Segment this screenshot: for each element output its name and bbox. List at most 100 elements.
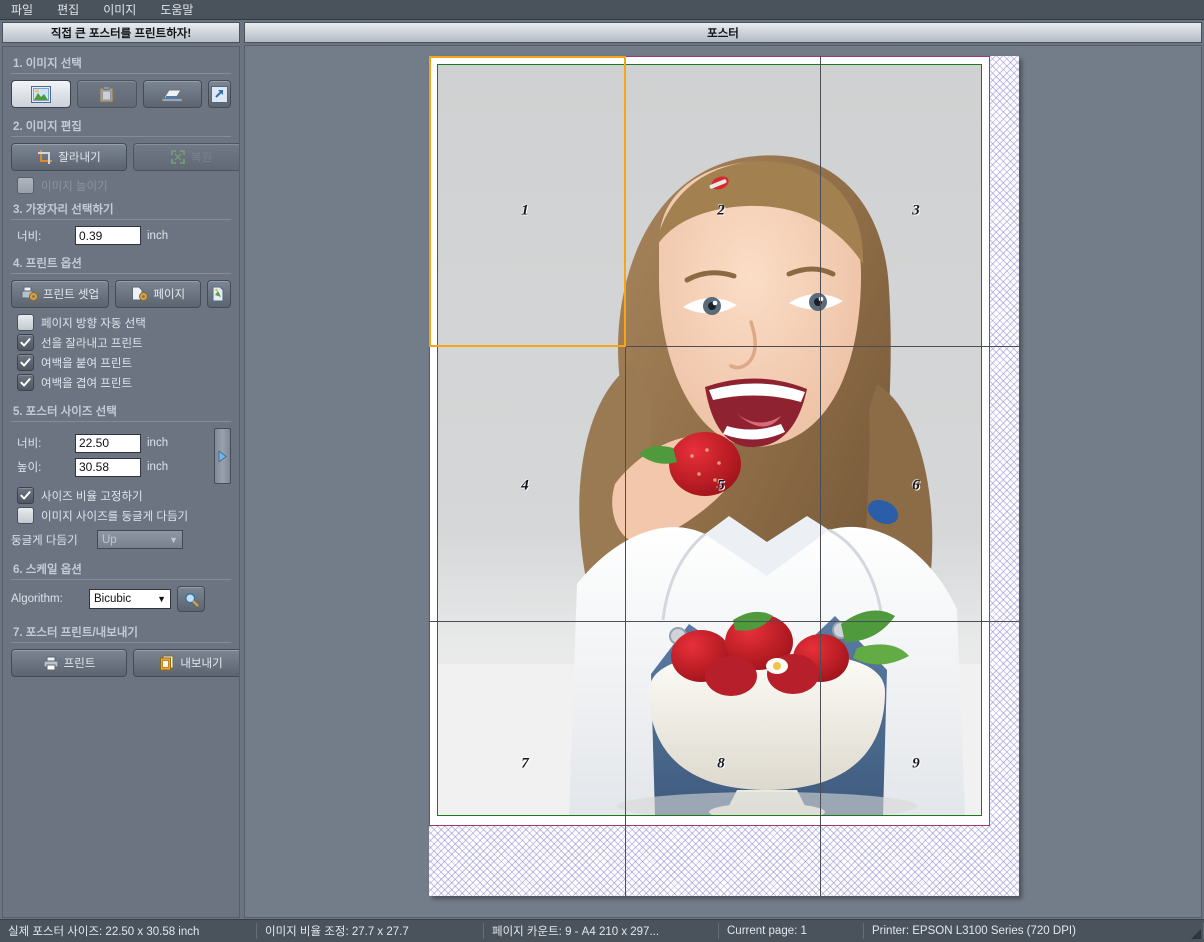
image-source-buttons: [11, 80, 231, 108]
page-preview-button[interactable]: [207, 280, 231, 308]
stretch-image-row[interactable]: 이미지 늘이기: [17, 177, 231, 194]
section-header-select-image: 1. 이미지 선택: [11, 51, 231, 74]
page-setup-label: 페이지: [153, 286, 185, 302]
status-printer: Printer: EPSON L3100 Series (720 DPI): [864, 923, 1204, 939]
zoom-preview-button[interactable]: [177, 586, 205, 612]
check-icon: [20, 357, 31, 368]
poster-width-row: 너비: inch: [17, 434, 208, 453]
left-panel: 직접 큰 포스터를 프린트하자! 1. 이미지 선택: [0, 20, 242, 920]
poster-tab-title: 포스터: [244, 22, 1202, 43]
menu-bar: 파일 편집 이미지 도움말: [0, 0, 1204, 20]
poster-canvas[interactable]: 1 2 3 4 5 6 7 8 9: [244, 45, 1202, 918]
page-settings-icon: [131, 286, 148, 302]
chevron-down-icon: ▼: [169, 535, 178, 545]
option-crop-lines-checkbox[interactable]: [17, 334, 34, 351]
poster-height-unit: inch: [147, 461, 168, 473]
border-width-unit: inch: [147, 230, 168, 242]
border-width-row: 너비: inch: [17, 226, 231, 245]
option-margin-overlap-label: 여백을 겹여 프린트: [41, 375, 132, 391]
algorithm-label: Algorithm:: [11, 593, 83, 605]
algorithm-value: Bicubic: [94, 593, 131, 605]
round-mode-select[interactable]: Up ▼: [97, 530, 183, 549]
export-button[interactable]: 내보내기: [133, 649, 240, 677]
options-panel: 1. 이미지 선택: [2, 46, 240, 918]
triangle-right-icon: [218, 451, 227, 462]
crop-button[interactable]: 잘라내기: [11, 143, 127, 171]
check-icon: [20, 377, 31, 388]
menu-item-edit[interactable]: 편집: [54, 0, 82, 19]
poster-width-unit: inch: [147, 437, 168, 449]
algorithm-select[interactable]: Bicubic ▼: [89, 589, 171, 609]
poster-height-label: 높이:: [17, 459, 69, 475]
status-page-count: 페이지 카운트: 9 - A4 210 x 297...: [484, 923, 719, 939]
poster-width-input[interactable]: [75, 434, 141, 453]
page-preview-icon: [211, 286, 228, 302]
section-header-border: 3. 가장자리 선택하기: [11, 197, 231, 220]
option-crop-lines-row[interactable]: 선을 잘라내고 프린트: [17, 334, 231, 351]
lock-ratio-row[interactable]: 사이즈 비율 고정하기: [17, 487, 231, 504]
poster-sheet[interactable]: 1 2 3 4 5 6 7 8 9: [429, 56, 1019, 896]
round-size-checkbox[interactable]: [17, 507, 34, 524]
open-image-button[interactable]: [11, 80, 71, 108]
option-margin-overlap-checkbox[interactable]: [17, 374, 34, 391]
section-header-scale-options: 6. 스케일 옵션: [11, 557, 231, 580]
round-mode-row: 둥글게 다듬기 Up ▼: [11, 530, 231, 549]
option-margin-glue-label: 여백을 붙여 프린트: [41, 355, 132, 371]
app-window: 파일 편집 이미지 도움말 직접 큰 포스터를 프린트하자! 1. 이미지 선택: [0, 0, 1204, 942]
export-label: 내보내기: [180, 655, 222, 671]
section-header-print-options: 4. 프린트 옵션: [11, 251, 231, 274]
lock-ratio-checkbox[interactable]: [17, 487, 34, 504]
poster-size-fields: 너비: inch 높이: inch: [11, 428, 231, 484]
clipboard-icon: [99, 86, 114, 103]
panel-title: 직접 큰 포스터를 프린트하자!: [2, 22, 240, 43]
status-bar: 실제 포스터 사이즈: 22.50 x 30.58 inch 이미지 비율 조정…: [0, 919, 1204, 942]
stretch-image-checkbox[interactable]: [17, 177, 34, 194]
poster-height-input[interactable]: [75, 458, 141, 477]
print-button[interactable]: 프린트: [11, 649, 127, 677]
crop-label: 잘라내기: [58, 149, 100, 165]
magnifier-icon: [184, 592, 199, 607]
print-label: 프린트: [64, 655, 96, 671]
section-header-edit-image: 2. 이미지 편집: [11, 114, 231, 137]
option-margin-overlap-row[interactable]: 여백을 겹여 프린트: [17, 374, 231, 391]
external-editor-button[interactable]: [208, 80, 231, 108]
option-margin-glue-checkbox[interactable]: [17, 354, 34, 371]
printer-settings-icon: [21, 286, 38, 302]
export-file-icon: [159, 655, 175, 671]
algorithm-row: Algorithm: Bicubic ▼: [11, 586, 231, 612]
scan-image-button[interactable]: [143, 80, 203, 108]
poster-width-label: 너비:: [17, 435, 69, 451]
photo-image: [437, 64, 982, 816]
border-width-input[interactable]: [75, 226, 141, 245]
stretch-image-label: 이미지 늘이기: [41, 178, 108, 194]
round-size-label: 이미지 사이즈를 둥글게 다듬기: [41, 508, 188, 524]
round-size-row[interactable]: 이미지 사이즈를 둥글게 다듬기: [17, 507, 231, 524]
print-export-buttons: 프린트 내보내기: [11, 649, 231, 677]
menu-item-help[interactable]: 도움말: [157, 0, 196, 19]
menu-item-image[interactable]: 이미지: [100, 0, 139, 19]
status-poster-size: 실제 포스터 사이즈: 22.50 x 30.58 inch: [0, 923, 257, 939]
restore-icon: [170, 149, 186, 165]
restore-label: 복원: [191, 149, 212, 165]
poster-photo: [437, 64, 982, 816]
print-setup-button[interactable]: 프린트 셋업: [11, 280, 109, 308]
external-link-icon: [211, 86, 228, 103]
option-auto-orientation-row[interactable]: 페이지 방향 자동 선택: [17, 314, 231, 331]
restore-button[interactable]: 복원: [133, 143, 240, 171]
status-current-page: Current page: 1: [719, 923, 864, 939]
print-option-buttons: 프린트 셋업 페이지: [11, 280, 231, 308]
paste-image-button[interactable]: [77, 80, 137, 108]
resize-grip-icon[interactable]: [1190, 928, 1202, 940]
round-mode-value: Up: [102, 534, 117, 546]
main-body: 직접 큰 포스터를 프린트하자! 1. 이미지 선택: [0, 20, 1204, 920]
option-auto-orientation-checkbox[interactable]: [17, 314, 34, 331]
page-setup-button[interactable]: 페이지: [115, 280, 201, 308]
menu-item-file[interactable]: 파일: [8, 0, 36, 19]
round-mode-label: 둥글게 다듬기: [11, 532, 91, 548]
poster-size-slider[interactable]: [214, 428, 231, 484]
status-image-scale: 이미지 비율 조정: 27.7 x 27.7: [257, 923, 484, 939]
lock-ratio-label: 사이즈 비율 고정하기: [41, 488, 143, 504]
option-margin-glue-row[interactable]: 여백을 붙여 프린트: [17, 354, 231, 371]
edit-buttons: 잘라내기 복원: [11, 143, 231, 171]
check-icon: [20, 337, 31, 348]
